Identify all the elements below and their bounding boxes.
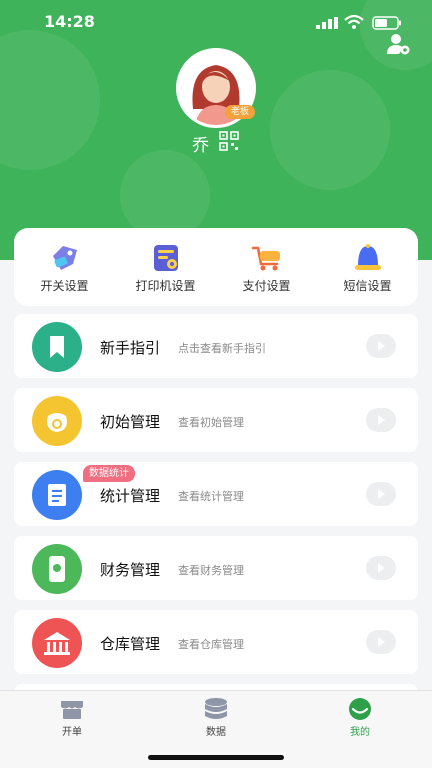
menu-item-desc: 查看统计管理 [178, 490, 244, 503]
role-badge: 老板 [225, 105, 255, 119]
menu-icon-circle [32, 322, 82, 372]
username: 乔 [192, 136, 209, 156]
go-button[interactable] [366, 334, 396, 358]
quick-action-label: 开关设置 [40, 279, 89, 293]
quick-action-payment-settings[interactable]: 支付设置 [216, 228, 317, 306]
statistics-tag: 数据统计 [83, 465, 135, 482]
switch-tag-icon [53, 246, 77, 270]
menu-icon-circle [32, 618, 82, 668]
wifi-icon [344, 14, 364, 29]
cart-icon [251, 246, 280, 271]
tab-label: 我的 [350, 727, 370, 738]
header-pattern [0, 30, 100, 170]
tab-billing[interactable]: 开单 [32, 697, 112, 739]
play-arrow-icon [378, 563, 385, 573]
menu-item-desc: 点击查看新手指引 [178, 342, 266, 355]
go-button[interactable] [366, 556, 396, 580]
quick-actions-card: 开关设置 打印机设置 支付设置 短信设置 [14, 228, 418, 306]
profile-face-icon [349, 698, 371, 720]
menu-icon-circle [32, 544, 82, 594]
quick-action-switch-settings[interactable]: 开关设置 [14, 228, 115, 306]
warehouse-icon [44, 632, 70, 655]
header-pattern [120, 150, 210, 240]
tab-mine[interactable]: 我的 [320, 697, 400, 739]
status-time: 14:28 [44, 12, 95, 31]
menu-item-beginner-guide[interactable]: 新手指引 点击查看新手指引 [14, 314, 418, 378]
menu-item-desc: 查看仓库管理 [178, 638, 244, 651]
menu-item-desc: 查看初始管理 [178, 416, 244, 429]
user-settings-icon[interactable] [386, 32, 412, 56]
play-arrow-icon [378, 637, 385, 647]
menu-item-title: 仓库管理 [100, 635, 161, 653]
menu-item-title: 财务管理 [100, 561, 161, 579]
go-button[interactable] [366, 630, 396, 654]
go-button[interactable] [366, 482, 396, 506]
signal-icon [316, 17, 338, 29]
printer-icon [154, 245, 178, 271]
menu-icon-circle [32, 396, 82, 446]
tab-label: 开单 [62, 727, 82, 738]
tab-data[interactable]: 数据 [176, 697, 256, 739]
menu-item-finance-management[interactable]: 财务管理 查看财务管理 [14, 536, 418, 600]
bookmark-icon [50, 336, 64, 358]
header-pattern [270, 70, 390, 190]
battery-icon [372, 16, 401, 30]
menu-icon-circle [32, 470, 82, 520]
home-indicator [148, 755, 284, 760]
menu-item-desc: 查看财务管理 [178, 564, 244, 577]
status-bar: 14:28 [0, 0, 432, 44]
quick-action-label: 打印机设置 [135, 279, 196, 293]
menu-item-title: 新手指引 [100, 339, 161, 357]
clipboard-icon [48, 484, 66, 506]
quick-action-label: 短信设置 [343, 279, 392, 293]
play-arrow-icon [378, 489, 385, 499]
go-button[interactable] [366, 408, 396, 432]
quick-action-label: 支付设置 [242, 279, 291, 293]
database-icon [205, 698, 227, 719]
menu-item-warehouse-management[interactable]: 仓库管理 查看仓库管理 [14, 610, 418, 674]
qr-code-icon[interactable] [219, 131, 239, 151]
money-bag-icon [47, 413, 67, 432]
menu-item-statistics-management[interactable]: 统计管理 查看统计管理 [14, 462, 418, 526]
quick-action-printer-settings[interactable]: 打印机设置 [115, 228, 216, 306]
tab-label: 数据 [206, 727, 226, 738]
profile-header: 14:28 老板 乔 [0, 0, 432, 260]
play-arrow-icon [378, 341, 385, 351]
play-arrow-icon [378, 415, 385, 425]
bell-icon [355, 244, 381, 270]
menu-item-title: 初始管理 [100, 413, 161, 431]
menu-item-initial-management[interactable]: 初始管理 查看初始管理 [14, 388, 418, 452]
menu-item-title: 统计管理 [100, 487, 161, 505]
store-icon [61, 701, 83, 719]
quick-action-sms-settings[interactable]: 短信设置 [317, 228, 418, 306]
phone-yuan-icon [49, 556, 65, 582]
